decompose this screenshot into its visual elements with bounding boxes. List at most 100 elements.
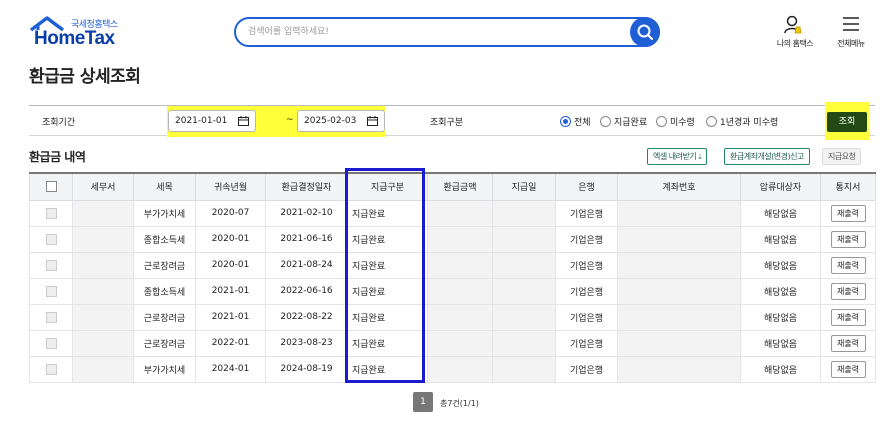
bank-cell: 기업은행 xyxy=(555,199,618,227)
hometax-page: 국세청홈택스 HomeTax 나의 홈택스 전체메뉴 환급금 상세조회 xyxy=(0,0,889,425)
decision-date-cell: 2022-06-16 xyxy=(265,277,348,305)
page-button[interactable]: 1 xyxy=(413,392,433,412)
tax-office-cell xyxy=(72,251,134,279)
notice-cell: 재출력 xyxy=(820,277,876,305)
reprint-button[interactable]: 재출력 xyxy=(830,256,866,274)
radio-all[interactable]: 전체 xyxy=(560,115,591,128)
table-row: 근로장려금 2020-01 2021-08-24 지급완료 기업은행 해당없음 재출력 xyxy=(29,251,876,279)
table-row: 부가가치세 2020-07 2021-02-10 지급완료 기업은행 해당없음 재출력 xyxy=(29,199,876,227)
refund-account-button[interactable]: 환급계좌개설(변경)신고 xyxy=(724,148,810,165)
radio-unclaimed[interactable]: 미수령 xyxy=(656,115,695,128)
row-checkbox[interactable] xyxy=(45,259,57,271)
excel-download-button[interactable]: 엑셀 내려받기 ⤓ xyxy=(647,148,708,165)
amount-cell xyxy=(427,225,493,253)
download-icon: ⤓ xyxy=(698,152,702,161)
reprint-button[interactable]: 재출력 xyxy=(830,282,866,300)
bank-cell: 기업은행 xyxy=(555,225,618,253)
user-icon xyxy=(784,15,802,34)
radio-circle xyxy=(656,116,667,127)
tax-office-cell xyxy=(72,225,134,253)
tax-type-cell: 부가가치세 xyxy=(133,355,196,383)
decision-date-cell: 2023-08-23 xyxy=(265,329,348,357)
radio-label: 전체 xyxy=(574,118,591,128)
payment-date-cell xyxy=(492,329,556,357)
row-checkbox[interactable] xyxy=(45,363,57,375)
radio-label: 지급완료 xyxy=(614,118,648,128)
reprint-button[interactable]: 재출력 xyxy=(830,204,866,222)
row-checkbox[interactable] xyxy=(45,285,57,297)
type-label: 조회구분 xyxy=(430,118,464,128)
period-cell: 2022-01 xyxy=(195,329,266,357)
search-icon xyxy=(637,24,653,40)
account-number-cell xyxy=(617,251,741,279)
row-select-cell xyxy=(29,303,73,331)
column-header: 계좌번호 xyxy=(617,172,741,201)
row-checkbox[interactable] xyxy=(45,337,57,349)
date-from-value: 2021-01-01 xyxy=(175,116,228,126)
row-checkbox[interactable] xyxy=(45,207,57,219)
row-select-cell xyxy=(29,225,73,253)
decision-date-cell: 2024-08-19 xyxy=(265,355,348,383)
tax-office-cell xyxy=(72,199,134,227)
reprint-button[interactable]: 재출력 xyxy=(830,308,866,326)
payment-date-cell xyxy=(492,303,556,331)
calendar-icon[interactable] xyxy=(238,116,249,126)
tax-type-cell: 종합소득세 xyxy=(133,225,196,253)
column-header: 통지서 xyxy=(820,172,876,201)
period-cell: 2020-07 xyxy=(195,199,266,227)
period-cell: 2021-01 xyxy=(195,303,266,331)
refund-table: 세무서 세목 귀속년월 환급결정일자 지급구분 환급금액 지급일 은행 계좌번호… xyxy=(29,172,876,383)
row-checkbox[interactable] xyxy=(45,311,57,323)
amount-cell xyxy=(427,329,493,357)
notice-cell: 재출력 xyxy=(820,225,876,253)
all-menu-button[interactable]: 전체메뉴 xyxy=(830,14,872,50)
account-number-cell xyxy=(617,355,741,383)
notice-cell: 재출력 xyxy=(820,329,876,357)
notice-cell: 재출력 xyxy=(820,199,876,227)
payment-date-cell xyxy=(492,277,556,305)
date-to-field[interactable]: 2025-02-03 xyxy=(297,110,385,132)
seizure-cell: 해당없음 xyxy=(740,199,821,227)
notice-cell: 재출력 xyxy=(820,251,876,279)
payment-date-cell xyxy=(492,355,556,383)
amount-cell xyxy=(427,199,493,227)
reprint-button[interactable]: 재출력 xyxy=(830,334,866,352)
decision-date-cell: 2021-08-24 xyxy=(265,251,348,279)
calendar-icon[interactable] xyxy=(367,116,378,126)
hamburger-menu-icon xyxy=(843,17,859,31)
column-header: 지급일 xyxy=(492,172,556,201)
table-body: 부가가치세 2020-07 2021-02-10 지급완료 기업은행 해당없음 재출력 종합소… xyxy=(29,199,876,383)
radio-unclaimed-over-1yr[interactable]: 1년경과 미수령 xyxy=(706,115,778,128)
my-hometax-button[interactable]: 나의 홈택스 xyxy=(770,14,820,50)
tax-type-cell: 종합소득세 xyxy=(133,277,196,305)
row-checkbox[interactable] xyxy=(45,233,57,245)
select-all-checkbox[interactable] xyxy=(45,181,57,193)
seizure-cell: 해당없음 xyxy=(740,303,821,331)
tax-office-cell xyxy=(72,277,134,305)
search-button[interactable] xyxy=(630,17,660,47)
reprint-button[interactable]: 재출력 xyxy=(830,360,866,378)
hometax-logo[interactable]: 국세청홈택스 HomeTax xyxy=(29,14,129,49)
radio-circle xyxy=(560,116,571,127)
query-button[interactable]: 조회 xyxy=(827,112,867,132)
table-row: 근로장려금 2021-01 2022-08-22 지급완료 기업은행 해당없음 재출력 xyxy=(29,303,876,331)
period-cell: 2020-01 xyxy=(195,251,266,279)
column-header: 세무서 xyxy=(72,172,134,201)
radio-circle xyxy=(706,116,717,127)
amount-cell xyxy=(427,277,493,305)
row-select-cell xyxy=(29,329,73,357)
search-input[interactable] xyxy=(248,23,618,41)
tax-office-cell xyxy=(72,303,134,331)
date-separator: ~ xyxy=(286,115,294,125)
seizure-cell: 해당없음 xyxy=(740,329,821,357)
amount-cell xyxy=(427,303,493,331)
decision-date-cell: 2022-08-22 xyxy=(265,303,348,331)
radio-paid[interactable]: 지급완료 xyxy=(600,115,648,128)
tax-type-cell: 근로장려금 xyxy=(133,303,196,331)
radio-circle xyxy=(600,116,611,127)
payment-request-button[interactable]: 지급요청 xyxy=(822,148,862,165)
date-from-field[interactable]: 2021-01-01 xyxy=(168,110,256,132)
notice-cell: 재출력 xyxy=(820,355,876,383)
reprint-button[interactable]: 재출력 xyxy=(830,230,866,248)
period-cell: 2024-01 xyxy=(195,355,266,383)
